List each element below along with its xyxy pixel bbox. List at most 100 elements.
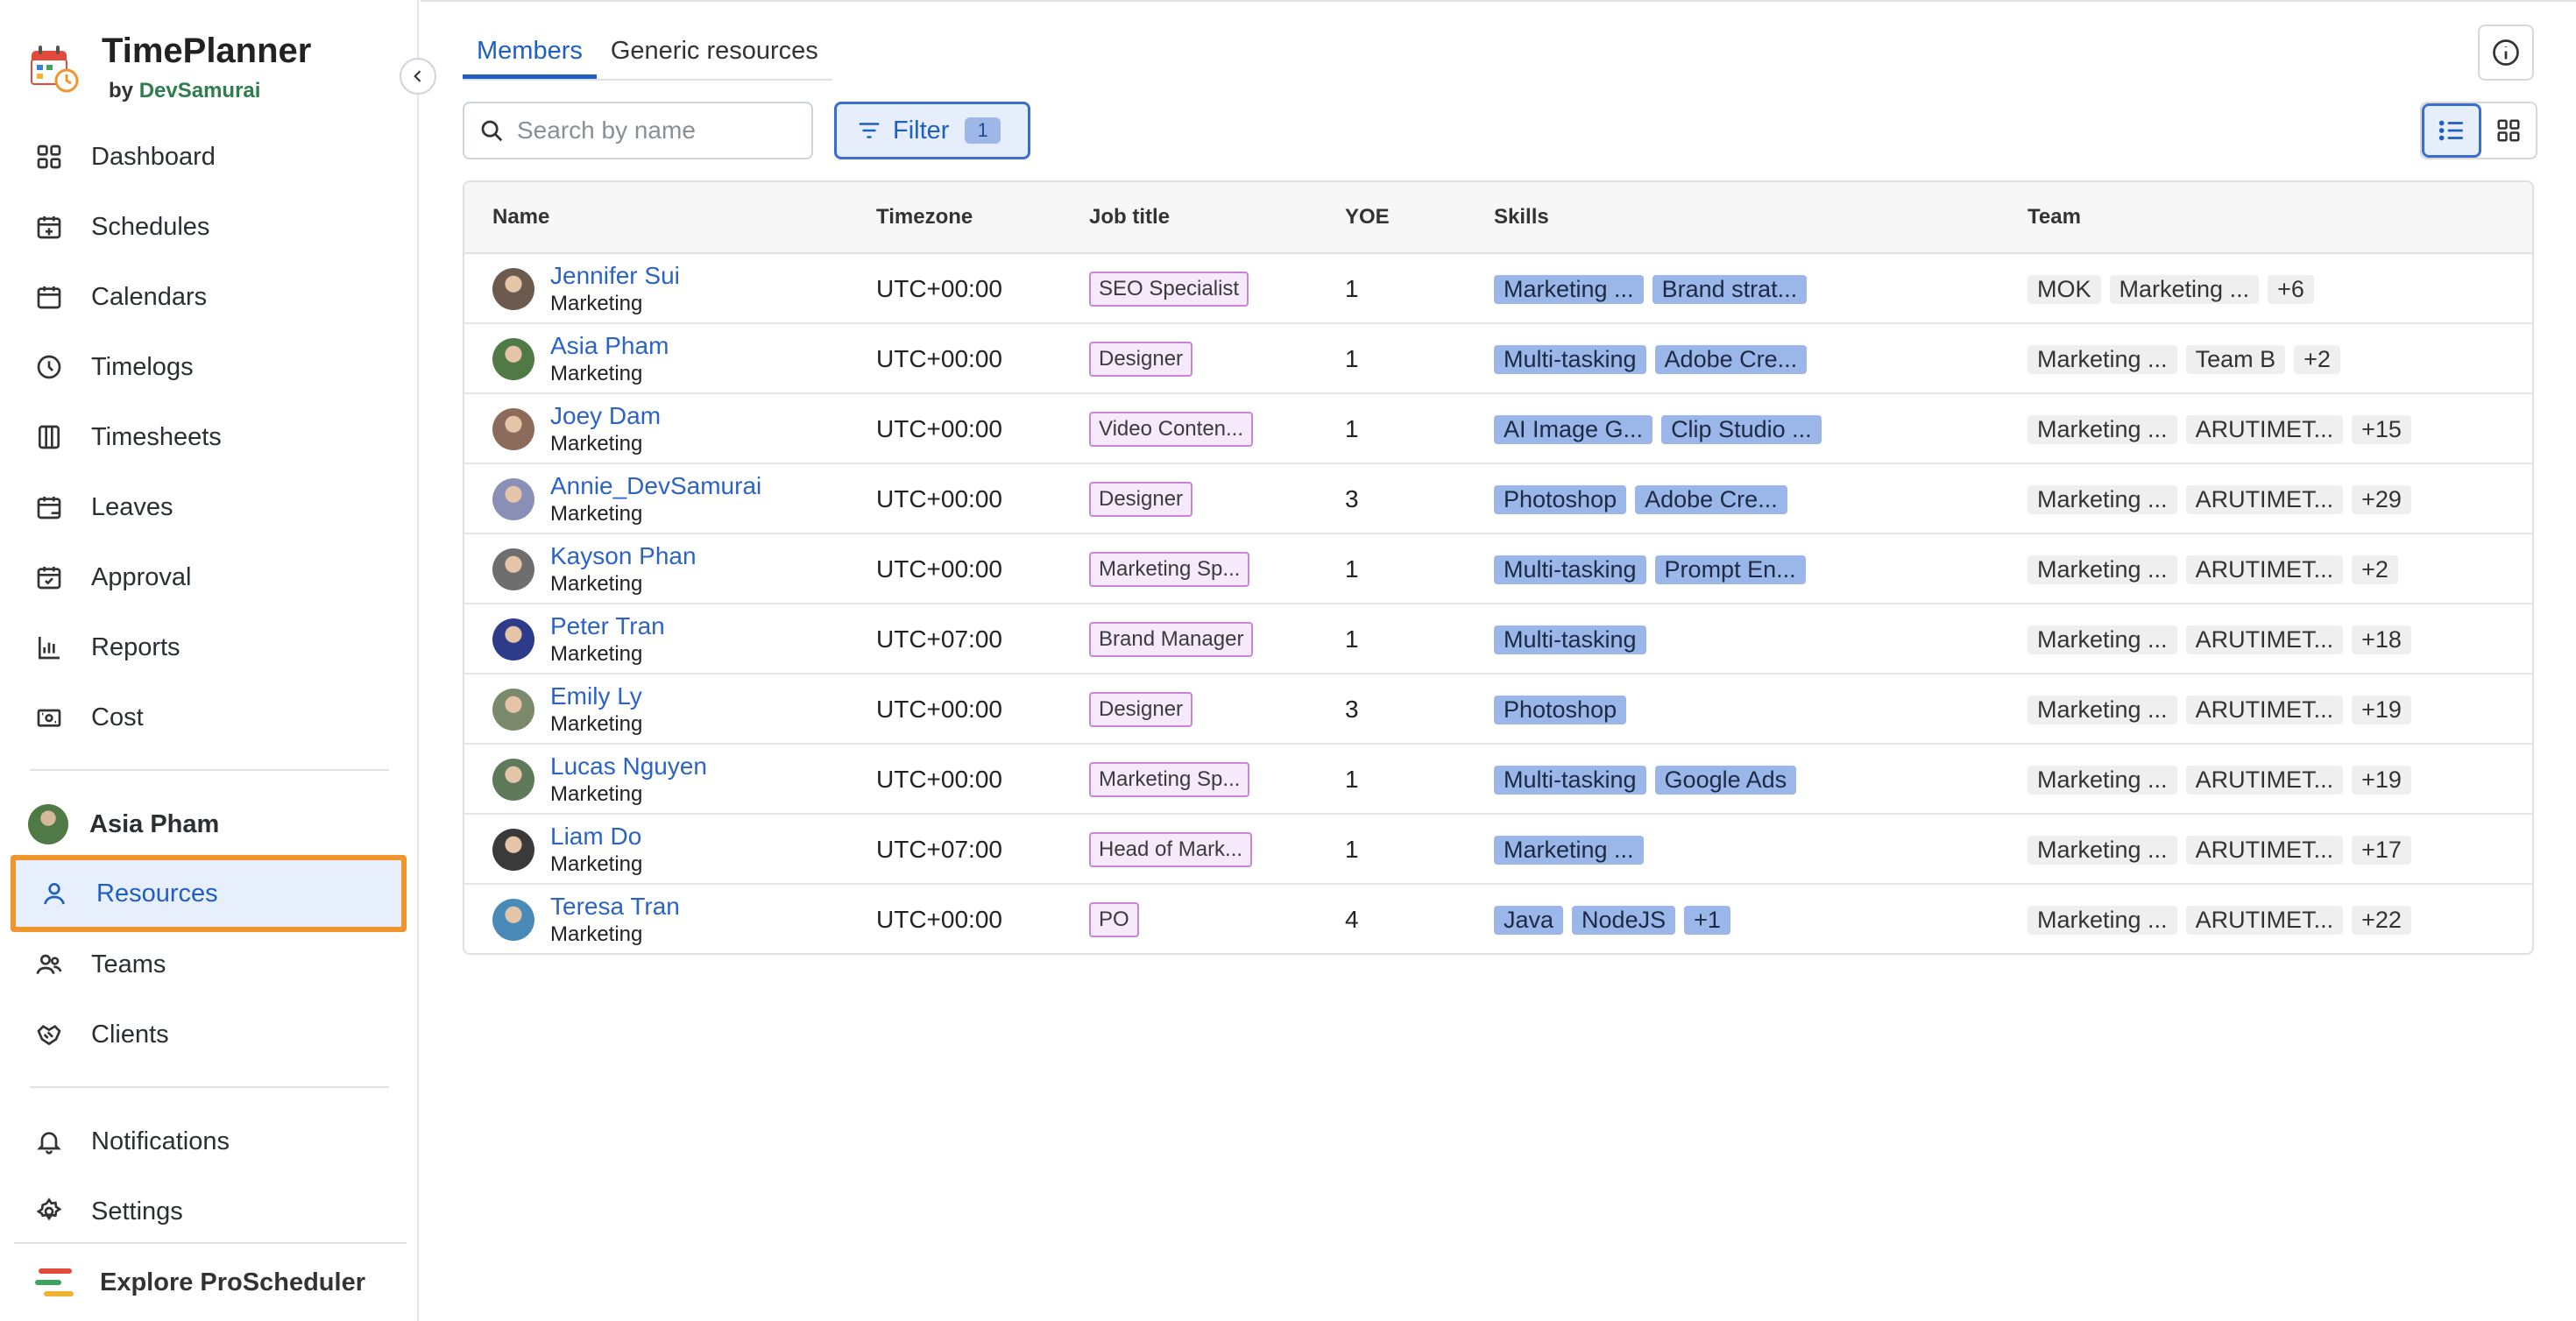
app-subtitle: by DevSamurai [109, 79, 260, 103]
job-title-cell: Brand Manager [1089, 604, 1254, 675]
sidebar-user-name: Asia Pham [89, 809, 220, 838]
sidebar-item-schedules[interactable]: Schedules [16, 196, 405, 258]
member-name-link[interactable]: Peter Tran [550, 611, 665, 641]
sidebar-item-leaves[interactable]: Leaves [16, 477, 405, 538]
table-row[interactable]: Jennifer Sui Marketing UTC+00:00 SEO Spe… [464, 254, 2532, 324]
member-name-link[interactable]: Emily Ly [550, 682, 642, 711]
yoe-cell: 1 [1345, 324, 1359, 394]
table-row[interactable]: Annie_DevSamurai Marketing UTC+00:00 Des… [464, 464, 2532, 534]
table-row[interactable]: Lucas Nguyen Marketing UTC+00:00 Marketi… [464, 745, 2532, 815]
skills-cell: Multi-tasking Google Ads [1494, 745, 1805, 815]
member-name-link[interactable]: Teresa Tran [550, 892, 680, 922]
timezone-value: UTC+07:00 [876, 625, 1002, 653]
table-row[interactable]: Liam Do Marketing UTC+07:00 Head of Mark… [464, 815, 2532, 885]
job-title-chip: SEO Specialist [1089, 272, 1249, 307]
member-name-link[interactable]: Kayson Phan [550, 541, 697, 571]
column-header-team[interactable]: Team [2028, 205, 2081, 230]
sidebar-user[interactable]: Asia Pham [16, 794, 405, 855]
member-name-link[interactable]: Lucas Nguyen [550, 752, 707, 781]
gear-icon [33, 1196, 65, 1227]
calendar-icon [33, 281, 65, 313]
sidebar-item-cost[interactable]: Cost [16, 687, 405, 748]
member-name-link[interactable]: Jennifer Sui [550, 261, 680, 291]
name-block: Jennifer Sui Marketing [550, 261, 680, 317]
member-name-link[interactable]: Annie_DevSamurai [550, 471, 761, 501]
filter-icon [859, 123, 880, 138]
member-department: Marketing [550, 432, 643, 456]
column-header-timezone[interactable]: Timezone [876, 205, 973, 230]
table-row[interactable]: Kayson Phan Marketing UTC+00:00 Marketin… [464, 534, 2532, 604]
name-cell: Annie_DevSamurai Marketing [492, 464, 761, 534]
skill-chip: Photoshop [1494, 484, 1627, 514]
table-row[interactable]: Asia Pham Marketing UTC+00:00 Designer 1… [464, 324, 2532, 394]
sidebar-item-clients[interactable]: Clients [16, 1004, 405, 1065]
skill-chip: Java [1494, 905, 1564, 935]
sidebar-item-label: Reports [91, 632, 180, 661]
sidebar-item-timesheets[interactable]: Timesheets [16, 406, 405, 468]
table-row[interactable]: Peter Tran Marketing UTC+07:00 Brand Man… [464, 604, 2532, 675]
column-header-yoe[interactable]: YOE [1345, 205, 1390, 230]
sidebar-item-dashboard[interactable]: Dashboard [16, 126, 405, 187]
column-header-skills[interactable]: Skills [1494, 205, 1549, 230]
sidebar-item-calendars[interactable]: Calendars [16, 266, 405, 328]
sidebar-item-label: Dashboard [91, 142, 216, 171]
search-box[interactable] [463, 102, 813, 159]
sidebar-item-settings[interactable]: Settings [16, 1181, 405, 1242]
sidebar-item-teams[interactable]: Teams [16, 934, 405, 995]
job-title-chip: Designer [1089, 342, 1193, 377]
skill-chip: Multi-tasking [1494, 344, 1646, 374]
sidebar-item-reports[interactable]: Reports [16, 617, 405, 678]
table-row[interactable]: Teresa Tran Marketing UTC+00:00 PO 4 Jav… [464, 885, 2532, 953]
member-name-link[interactable]: Liam Do [550, 822, 642, 851]
member-name-link[interactable]: Joey Dam [550, 401, 661, 431]
sidebar: TimePlanner by DevSamurai Dashboard Sche… [0, 0, 419, 1321]
table-row[interactable]: Joey Dam Marketing UTC+00:00 Video Conte… [464, 394, 2532, 464]
grid-view-button[interactable] [2481, 103, 2536, 158]
skill-chip: +1 [1684, 905, 1730, 935]
bar-chart-icon [33, 632, 65, 663]
skills-cell: Multi-tasking [1494, 604, 1655, 675]
team-chip: Marketing ... [2028, 905, 2177, 935]
explore-proscheduler-button[interactable]: Explore ProScheduler [14, 1242, 407, 1321]
member-name-link[interactable]: Asia Pham [550, 331, 669, 361]
sidebar-item-label: Timesheets [91, 422, 222, 451]
tab-generic-resources[interactable]: Generic resources [597, 30, 832, 79]
team-cell: Marketing ... ARUTIMET... +29 [2028, 464, 2420, 534]
timezone-cell: UTC+00:00 [876, 464, 1002, 534]
name-cell: Kayson Phan Marketing [492, 534, 697, 604]
sidebar-item-timelogs[interactable]: Timelogs [16, 336, 405, 398]
sidebar-item-label: Settings [91, 1197, 183, 1226]
avatar [28, 804, 68, 844]
list-view-button[interactable] [2422, 103, 2481, 158]
sidebar-item-notifications[interactable]: Notifications [16, 1111, 405, 1172]
skills-cell: AI Image G... Clip Studio ... [1494, 394, 1830, 464]
team-cell: Marketing ... ARUTIMET... +19 [2028, 675, 2420, 745]
sidebar-item-label: Notifications [91, 1127, 230, 1155]
filter-button[interactable]: Filter 1 [834, 102, 1030, 159]
team-chip: +19 [2352, 765, 2411, 795]
collapse-sidebar-button[interactable] [400, 58, 436, 95]
person-icon [39, 878, 70, 909]
info-button[interactable] [2478, 25, 2534, 81]
team-chip: +15 [2352, 414, 2411, 444]
name-block: Teresa Tran Marketing [550, 892, 680, 948]
timezone-value: UTC+00:00 [876, 906, 1002, 933]
job-title-chip: PO [1089, 902, 1139, 937]
sidebar-item-resources[interactable]: Resources [11, 855, 407, 932]
tab-members[interactable]: Members [463, 30, 597, 79]
team-chip: Marketing ... [2028, 344, 2177, 374]
team-chip: ARUTIMET... [2185, 835, 2344, 865]
sidebar-item-approval[interactable]: Approval [16, 547, 405, 608]
sidebar-divider [30, 1086, 389, 1088]
calendar-leave-icon [33, 491, 65, 523]
avatar [492, 548, 534, 590]
avatar [492, 618, 534, 660]
column-header-name[interactable]: Name [492, 205, 549, 230]
filter-count-badge: 1 [965, 117, 1001, 144]
table-row[interactable]: Emily Ly Marketing UTC+00:00 Designer 3 … [464, 675, 2532, 745]
skill-chip: Adobe Cre... [1654, 344, 1808, 374]
column-header-job-title[interactable]: Job title [1089, 205, 1170, 230]
yoe-value: 1 [1345, 555, 1359, 583]
name-cell: Lucas Nguyen Marketing [492, 745, 707, 815]
search-input[interactable] [517, 117, 806, 145]
